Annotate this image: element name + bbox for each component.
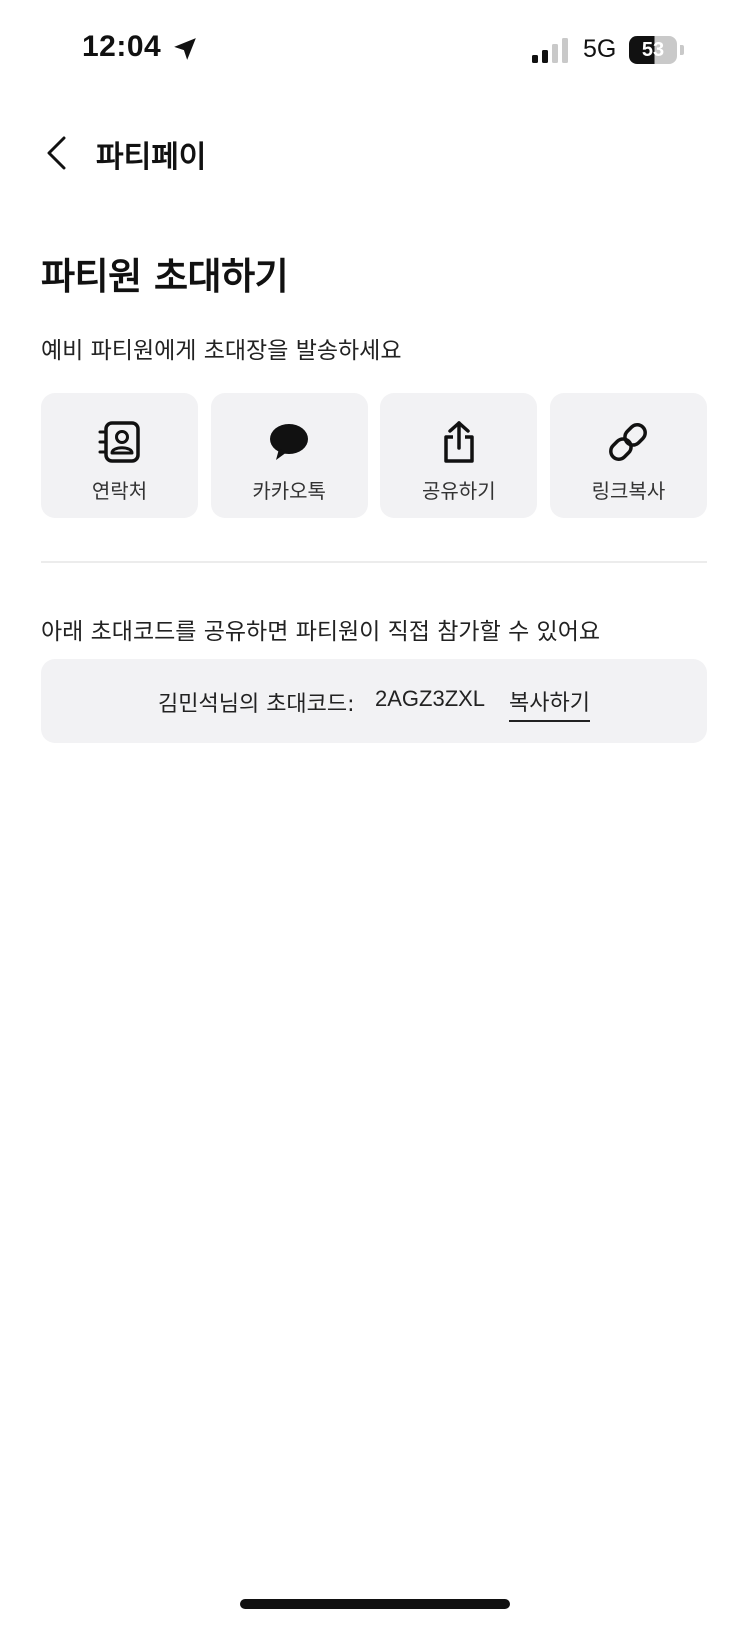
contacts-icon: [98, 421, 140, 463]
nav-title: 파티페이: [96, 140, 207, 175]
status-bar: 12:04 5G 53: [0, 0, 750, 100]
back-button[interactable]: [36, 128, 76, 178]
page-title: 파티원 초대하기: [41, 255, 289, 298]
battery-icon: 53: [629, 36, 677, 64]
link-icon: [609, 423, 648, 461]
chevron-left-icon: [47, 136, 66, 170]
share-icon: [444, 421, 474, 463]
share-option-label: 카카오톡: [252, 479, 326, 503]
kakaotalk-icon: [270, 424, 309, 460]
invite-code-box: 김민석님의 초대코드: 2AGZ3ZXL 복사하기: [41, 659, 707, 743]
share-options: 연락처 카카오톡 공유하기 링크복사: [41, 393, 707, 518]
section-divider: [41, 561, 707, 563]
nav-bar: 파티페이: [0, 118, 750, 188]
share-option-label: 링크복사: [591, 479, 666, 503]
page-subtitle: 예비 파티원에게 초대장을 발송하세요: [41, 338, 402, 364]
share-option-label: 연락처: [91, 479, 148, 503]
invite-code-value: 2AGZ3ZXL: [375, 686, 486, 711]
invite-code-description: 아래 초대코드를 공유하면 파티원이 직접 참가할 수 있어요: [41, 619, 601, 645]
cellular-signal-icon: [532, 38, 568, 63]
network-label: 5G: [583, 35, 617, 63]
battery-level: 53: [641, 39, 665, 61]
status-time: 12:04: [82, 30, 162, 63]
share-option-kakaotalk[interactable]: 카카오톡: [210, 393, 368, 518]
share-option-contacts[interactable]: 연락처: [41, 393, 198, 518]
battery-tip: [680, 45, 684, 55]
home-indicator[interactable]: [240, 1599, 510, 1609]
copy-code-button[interactable]: 복사하기: [509, 685, 590, 722]
share-option-label: 공유하기: [422, 479, 496, 503]
share-option-copy-link[interactable]: 링크복사: [549, 393, 707, 518]
invite-code-owner: 김민석님의 초대코드:: [158, 692, 355, 717]
share-option-share[interactable]: 공유하기: [380, 393, 538, 518]
location-arrow-icon: [174, 38, 196, 60]
